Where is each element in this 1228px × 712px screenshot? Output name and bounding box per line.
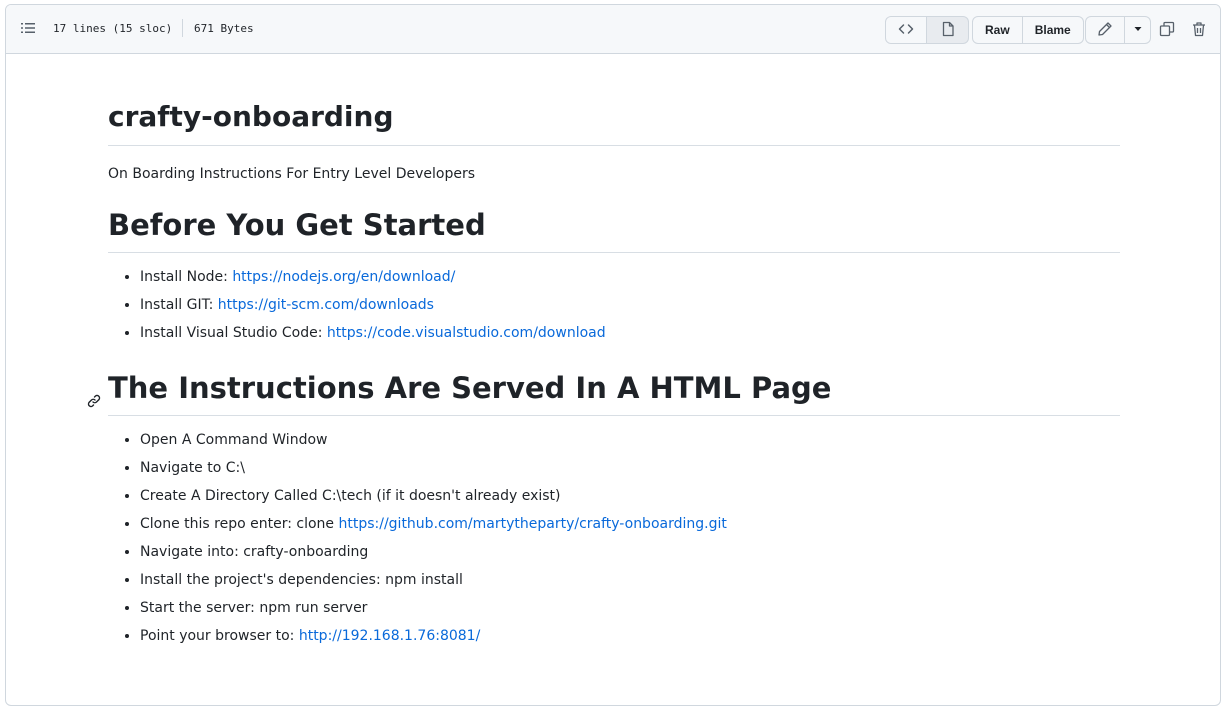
raw-blame-group: Raw Blame [972, 16, 1084, 44]
file-header: 17 lines (15 sloc) 671 Bytes Raw Blame [6, 5, 1220, 54]
file-size: 671 Bytes [194, 22, 254, 35]
list-item: Install GIT: https://git-scm.com/downloa… [140, 295, 1120, 315]
list-item: Create A Directory Called C:\tech (if it… [140, 486, 1120, 506]
list-item: Clone this repo enter: clone https://git… [140, 514, 1120, 534]
pencil-icon [1097, 21, 1113, 40]
vscode-download-link[interactable]: https://code.visualstudio.com/download [327, 325, 606, 341]
list-item: Open A Command Window [140, 430, 1120, 450]
list-item: Navigate to C:\ [140, 458, 1120, 478]
trash-icon[interactable] [1189, 19, 1209, 39]
readme-title: crafty-onboarding [108, 99, 1120, 146]
view-toggle [885, 16, 969, 44]
code-view-button[interactable] [885, 16, 927, 44]
node-download-link[interactable]: https://nodejs.org/en/download/ [232, 269, 455, 285]
install-list: Install Node: https://nodejs.org/en/down… [108, 267, 1120, 343]
instructions-list: Open A Command Window Navigate to C:\ Cr… [108, 430, 1120, 646]
list-item: Start the server: npm run server [140, 598, 1120, 618]
repo-clone-link[interactable]: https://github.com/martytheparty/crafty-… [338, 516, 726, 532]
server-url-link[interactable]: http://192.168.1.76:8081/ [299, 628, 480, 644]
readme-intro: On Boarding Instructions For Entry Level… [108, 166, 475, 182]
list-item: Install the project's dependencies: npm … [140, 570, 1120, 590]
divider [182, 19, 183, 37]
section-heading-before-you-get-started: Before You Get Started [108, 206, 1120, 253]
list-item: Install Visual Studio Code: https://code… [140, 323, 1120, 343]
list-icon[interactable] [20, 20, 40, 40]
code-icon [898, 21, 914, 40]
raw-button[interactable]: Raw [972, 16, 1023, 44]
readme-body: crafty-onboarding On Boarding Instructio… [87, 99, 1120, 654]
list-item: Install Node: https://nodejs.org/en/down… [140, 267, 1120, 287]
edit-group [1085, 16, 1151, 44]
blame-button[interactable]: Blame [1022, 16, 1084, 44]
link-icon[interactable] [86, 380, 102, 408]
section-heading-instructions: The Instructions Are Served In A HTML Pa… [87, 369, 1120, 416]
triangle-down-icon [1133, 23, 1143, 37]
list-item: Point your browser to: http://192.168.1.… [140, 626, 1120, 646]
copy-icon[interactable] [1157, 19, 1177, 39]
more-edit-options-button[interactable] [1125, 16, 1151, 44]
file-icon [940, 21, 956, 40]
list-item: Navigate into: crafty-onboarding [140, 542, 1120, 562]
edit-button[interactable] [1085, 16, 1125, 44]
git-download-link[interactable]: https://git-scm.com/downloads [218, 297, 434, 313]
line-count: 17 lines (15 sloc) [53, 22, 173, 35]
file-viewer: 17 lines (15 sloc) 671 Bytes Raw Blame c… [5, 4, 1221, 706]
preview-button[interactable] [927, 16, 969, 44]
